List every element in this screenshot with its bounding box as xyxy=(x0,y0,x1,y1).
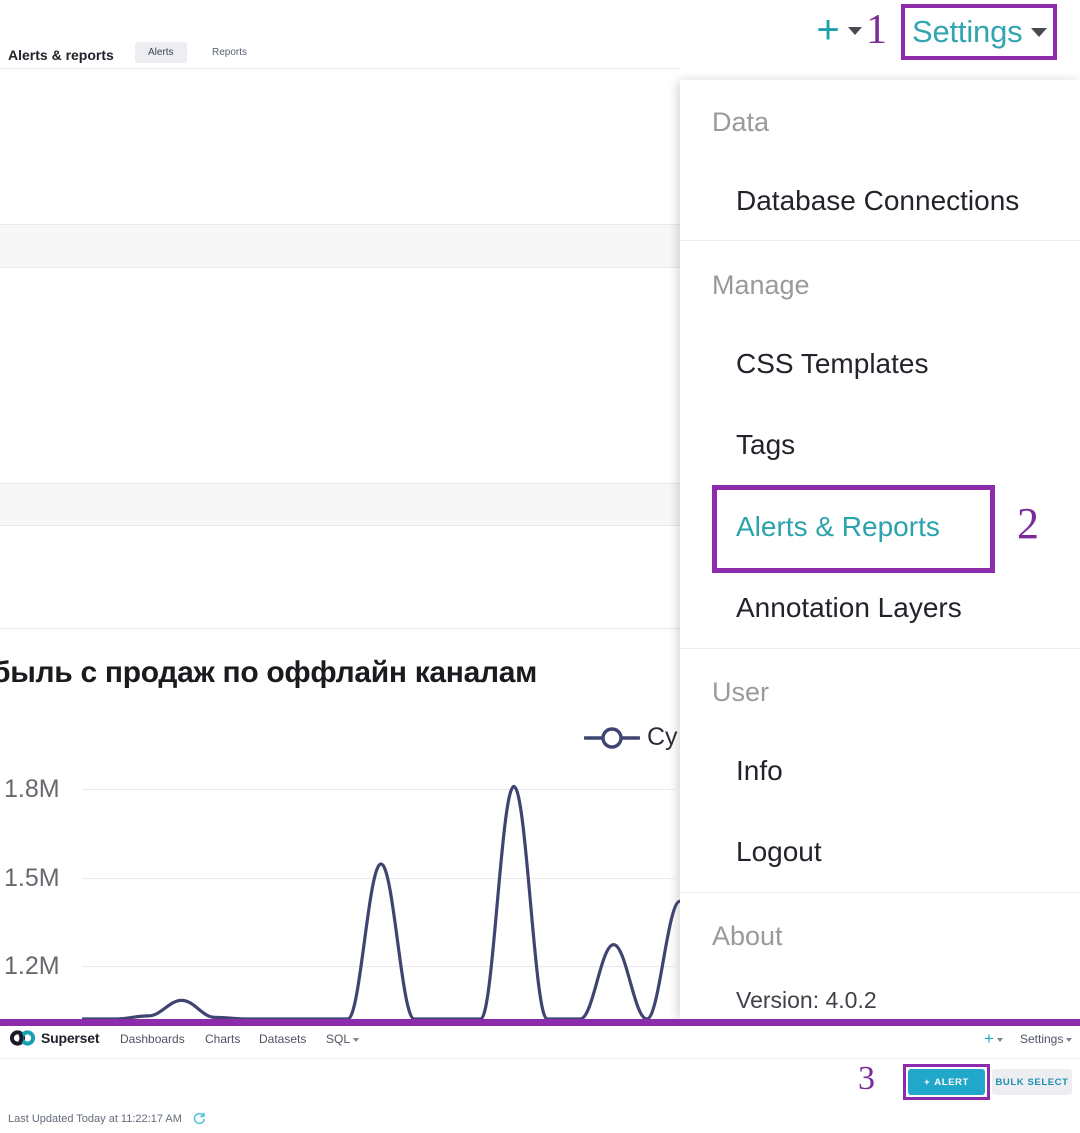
add-alert-button[interactable]: + ALERT xyxy=(908,1069,985,1095)
menu-group-label-user: User xyxy=(712,676,769,708)
nav-link-dashboards[interactable]: Dashboards xyxy=(120,1032,185,1046)
superset-logo[interactable]: Superset xyxy=(10,1030,99,1046)
menu-item-tags[interactable]: Tags xyxy=(736,428,795,462)
superset-navbar: Superset Dashboards Charts Datasets SQL … xyxy=(0,1026,1080,1059)
menu-item-database-connections[interactable]: Database Connections xyxy=(736,184,1019,218)
menu-divider xyxy=(680,240,1080,241)
alerts-reports-highlight-box xyxy=(712,485,995,573)
menu-item-annotation-layers[interactable]: Annotation Layers xyxy=(736,591,962,625)
plus-icon[interactable]: + xyxy=(812,14,844,48)
series-path xyxy=(82,787,680,1020)
bulk-select-button[interactable]: BULK SELECT xyxy=(992,1069,1072,1095)
menu-item-logout[interactable]: Logout xyxy=(736,835,822,869)
nav-link-charts[interactable]: Charts xyxy=(205,1032,240,1046)
page-title: Alerts & reports xyxy=(8,47,114,63)
menu-group-label-manage: Manage xyxy=(712,269,810,301)
chevron-down-icon[interactable] xyxy=(848,27,862,35)
plus-icon[interactable]: + xyxy=(984,1029,994,1049)
annotation-marker-1: 1 xyxy=(866,8,887,52)
nav-settings-menu[interactable]: Settings xyxy=(1020,1032,1063,1046)
background-row-divider xyxy=(0,267,680,268)
chevron-down-icon[interactable] xyxy=(1066,1038,1072,1042)
y-axis-tick-label: 1.8M xyxy=(4,775,60,803)
tab-reports[interactable]: Reports xyxy=(199,42,260,63)
menu-group-label-data: Data xyxy=(712,106,769,138)
background-row-divider xyxy=(0,628,680,629)
menu-item-info[interactable]: Info xyxy=(736,754,783,788)
screenshot-root: + 1 Settings Data Database Connections M… xyxy=(0,0,1080,1133)
y-axis-tick-label: 1.2M xyxy=(4,952,60,980)
y-axis-tick-label: 1.5M xyxy=(4,864,60,892)
annotation-separator-band xyxy=(0,1019,1080,1026)
background-row-divider xyxy=(0,68,680,69)
refresh-icon[interactable] xyxy=(192,1112,206,1126)
annotation-marker-3: 3 xyxy=(858,1060,875,1098)
chevron-down-icon[interactable] xyxy=(1031,28,1047,37)
superset-logo-icon xyxy=(10,1030,36,1046)
superset-brand-label: Superset xyxy=(41,1030,99,1046)
menu-item-css-templates[interactable]: CSS Templates xyxy=(736,347,928,381)
annotation-marker-2: 2 xyxy=(1017,500,1039,548)
nav-link-sql[interactable]: SQL xyxy=(326,1032,350,1046)
background-row-band xyxy=(0,484,680,525)
chevron-down-icon[interactable] xyxy=(997,1038,1003,1042)
menu-divider xyxy=(680,892,1080,893)
top-screenshot-region: + 1 Settings Data Database Connections M… xyxy=(0,0,1080,1019)
chevron-down-icon[interactable] xyxy=(353,1038,359,1042)
last-updated-text: Last Updated Today at 11:22:17 AM xyxy=(8,1113,182,1125)
menu-divider xyxy=(680,648,1080,649)
chart-title: быль с продаж по оффлайн каналам xyxy=(0,656,537,690)
background-row-band xyxy=(0,225,680,267)
settings-menu-button[interactable]: Settings xyxy=(912,14,1022,50)
background-row-divider xyxy=(0,525,680,526)
menu-group-label-about: About xyxy=(712,920,783,952)
plus-icon: + xyxy=(924,1077,930,1088)
chart-line-series xyxy=(82,740,680,1019)
nav-link-datasets[interactable]: Datasets xyxy=(259,1032,306,1046)
tab-alerts[interactable]: Alerts xyxy=(135,42,187,63)
menu-item-version: Version: 4.0.2 xyxy=(736,986,877,1014)
add-alert-button-label: ALERT xyxy=(934,1077,969,1088)
